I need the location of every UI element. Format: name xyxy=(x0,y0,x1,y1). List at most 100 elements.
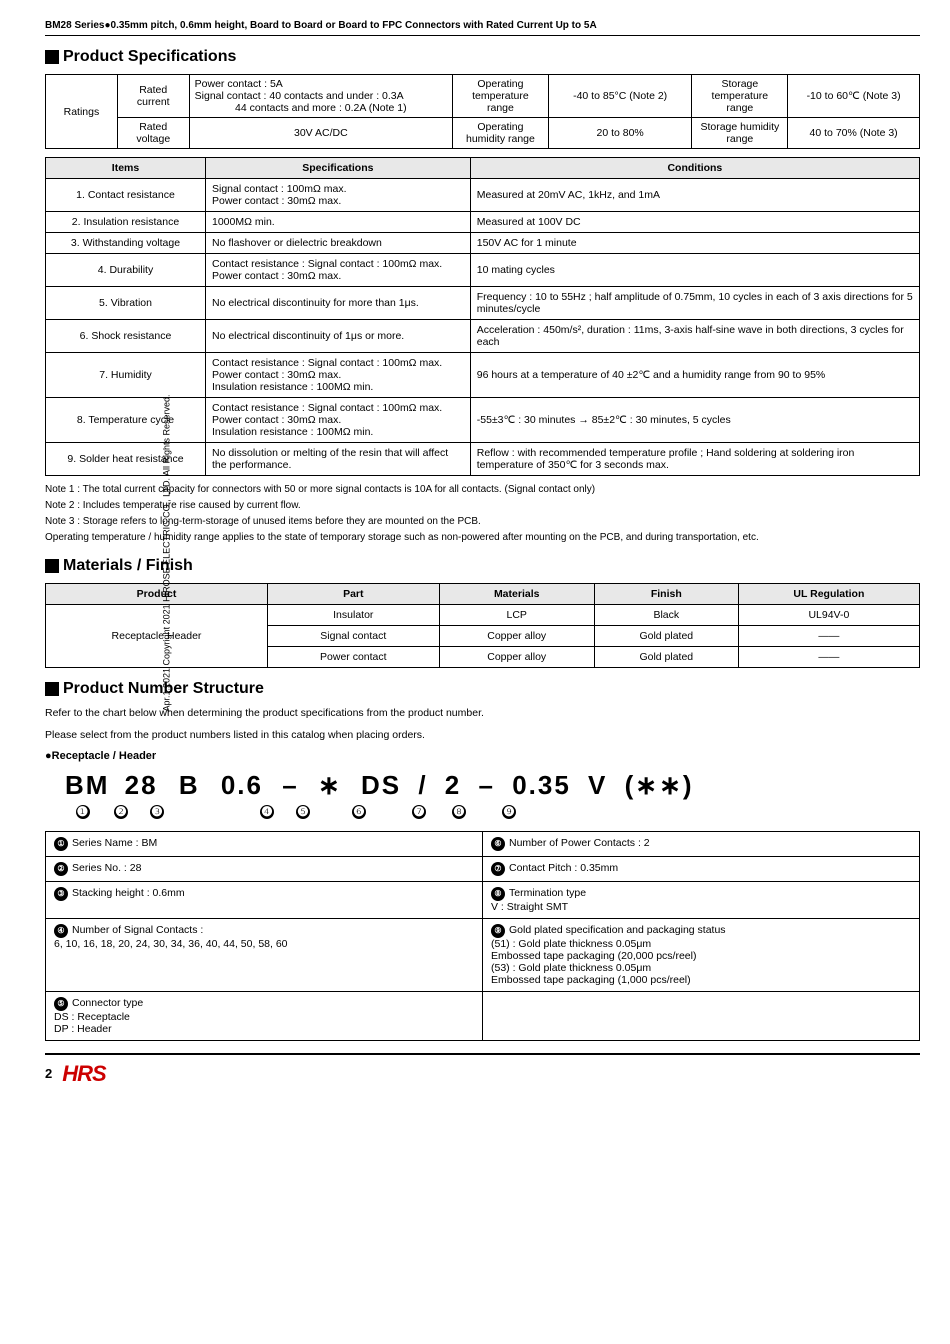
page-number: 2 xyxy=(45,1066,52,1081)
legend-table: ①Series Name : BM⑥Number of Power Contac… xyxy=(45,831,920,1041)
circle-8: ❽ xyxy=(452,805,466,819)
table-row: No electrical discontinuity for more tha… xyxy=(206,287,471,320)
legend-item: ⑤Connector typeDS : ReceptacleDP : Heade… xyxy=(46,991,483,1040)
pns-desc2: Please select from the product numbers l… xyxy=(45,728,920,744)
rated-current-label: Rated current xyxy=(117,75,189,118)
storage-humidity-value: 40 to 70% (Note 3) xyxy=(788,118,920,149)
table-row: 1. Contact resistance xyxy=(46,179,206,212)
pn-v: V xyxy=(588,770,607,800)
materials-cell: Copper alloy xyxy=(439,626,594,647)
table-row: Measured at 20mV AC, 1kHz, and 1mA xyxy=(470,179,919,212)
pn-circles-row: ❶ ❷ ❸ ❹ ❺ ❻ ❼ ❽ xyxy=(65,803,920,819)
sidebar-copyright: Apr.1.2021 Copyright 2021 HIROSE ELECTRI… xyxy=(161,395,171,712)
pn-28: 28 xyxy=(125,770,158,800)
pns-title: Product Number Structure xyxy=(45,680,920,698)
circle-4: ❹ xyxy=(260,805,274,819)
legend-item: ⑦Contact Pitch : 0.35mm xyxy=(483,856,920,881)
materials-cell: Signal contact xyxy=(267,626,439,647)
storage-temp-value: -10 to 60℃ (Note 3) xyxy=(788,75,920,118)
materials-table: ProductPartMaterialsFinishUL Regulation … xyxy=(45,583,920,668)
circle-3: ❸ xyxy=(150,805,164,819)
legend-item: ①Series Name : BM xyxy=(46,831,483,856)
table-row: 2. Insulation resistance xyxy=(46,212,206,233)
note-item: Note 3 : Storage refers to long-term-sto… xyxy=(45,514,920,529)
table-row: 9. Solder heat resistance xyxy=(46,443,206,476)
table-row: No electrical discontinuity of 1μs or mo… xyxy=(206,320,471,353)
hrs-logo: HRS xyxy=(62,1061,105,1087)
op-temp-label: Operating temperature range xyxy=(453,75,549,118)
table-row: Frequency : 10 to 55Hz ; half amplitude … xyxy=(470,287,919,320)
materials-cell: Black xyxy=(594,605,738,626)
pn-slash: / xyxy=(418,770,427,800)
circle-2: ❷ xyxy=(114,805,128,819)
footer: 2 HRS xyxy=(45,1053,920,1087)
table-row: 96 hours at a temperature of 40 ±2℃ and … xyxy=(470,353,919,398)
table-row: 150V AC for 1 minute xyxy=(470,233,919,254)
note-item: Operating temperature / humidity range a… xyxy=(45,530,920,545)
conditions-header: Conditions xyxy=(470,158,919,179)
table-row: Contact resistance : Signal contact : 10… xyxy=(206,254,471,287)
materials-cell: Gold plated xyxy=(594,626,738,647)
materials-cell: —— xyxy=(738,647,919,668)
pn-035: 0.35 xyxy=(512,770,571,800)
legend-item: ④Number of Signal Contacts :6, 10, 16, 1… xyxy=(46,918,483,991)
receptacle-header: ●Receptacle / Header xyxy=(45,750,920,762)
note-item: Note 2 : Includes temperature rise cause… xyxy=(45,498,920,513)
table-row: Reflow : with recommended temperature pr… xyxy=(470,443,919,476)
ratings-table: Ratings Rated current Power contact : 5A… xyxy=(45,74,920,149)
materials-column-header: Part xyxy=(267,584,439,605)
pn-star: ∗ xyxy=(318,770,342,800)
table-row: No dissolution or melting of the resin t… xyxy=(206,443,471,476)
table-row: -55±3℃ : 30 minutes → 85±2℃ : 30 minutes… xyxy=(470,398,919,443)
materials-cell: Copper alloy xyxy=(439,647,594,668)
notes-section: Note 1 : The total current capacity for … xyxy=(45,482,920,545)
materials-cell: —— xyxy=(738,626,919,647)
circle-9: ❾ xyxy=(502,805,516,819)
table-row: 10 mating cycles xyxy=(470,254,919,287)
table-row: Contact resistance : Signal contact : 10… xyxy=(206,398,471,443)
table-row: No flashover or dielectric breakdown xyxy=(206,233,471,254)
materials-cell: UL94V-0 xyxy=(738,605,919,626)
items-header: Items xyxy=(46,158,206,179)
legend-item: ③Stacking height : 0.6mm xyxy=(46,881,483,918)
materials-column-header: Materials xyxy=(439,584,594,605)
materials-product: Receptacle Header xyxy=(46,605,268,668)
voltage-value: 30V AC/DC xyxy=(189,118,452,149)
pn-2: 2 xyxy=(445,770,461,800)
table-row: Signal contact : 100mΩ max. Power contac… xyxy=(206,179,471,212)
table-row: 4. Durability xyxy=(46,254,206,287)
op-temp-value: -40 to 85°C (Note 2) xyxy=(548,75,692,118)
note-item: Note 1 : The total current capacity for … xyxy=(45,482,920,497)
table-row: 6. Shock resistance xyxy=(46,320,206,353)
materials-cell: Insulator xyxy=(267,605,439,626)
section-marker xyxy=(45,50,59,64)
legend-item: ⑥Number of Power Contacts : 2 xyxy=(483,831,920,856)
table-row: 1000MΩ min. xyxy=(206,212,471,233)
section-marker-3 xyxy=(45,682,59,696)
materials-cell: LCP xyxy=(439,605,594,626)
pn-ds: DS xyxy=(361,770,401,800)
legend-item: ⑨Gold plated specification and packaging… xyxy=(483,918,920,991)
pn-dash1: – xyxy=(282,770,298,800)
materials-section-title: Materials / Finish xyxy=(45,557,920,575)
table-row: 7. Humidity xyxy=(46,353,206,398)
circle-6: ❻ xyxy=(352,805,366,819)
legend-item: ⑧Termination typeV : Straight SMT xyxy=(483,881,920,918)
table-row: 5. Vibration xyxy=(46,287,206,320)
ratings-label: Ratings xyxy=(46,75,118,149)
pns-desc1: Refer to the chart below when determinin… xyxy=(45,706,920,722)
materials-column-header: Finish xyxy=(594,584,738,605)
rated-voltage-label: Rated voltage xyxy=(117,118,189,149)
items-conditions-table: Items Specifications Conditions 1. Conta… xyxy=(45,157,920,476)
product-number-section: Product Number Structure Refer to the ch… xyxy=(45,680,920,1041)
legend-item: ②Series No. : 28 xyxy=(46,856,483,881)
table-row: Measured at 100V DC xyxy=(470,212,919,233)
pn-06: 0.6 xyxy=(221,770,263,800)
storage-humidity-label: Storage humidity range xyxy=(692,118,788,149)
storage-temp-label: Storage temperature range xyxy=(692,75,788,118)
materials-cell: Gold plated xyxy=(594,647,738,668)
materials-cell: Power contact xyxy=(267,647,439,668)
pn-dash2: – xyxy=(479,770,495,800)
legend-item xyxy=(483,991,920,1040)
power-contact-current: Power contact : 5A Signal contact : 40 c… xyxy=(189,75,452,118)
